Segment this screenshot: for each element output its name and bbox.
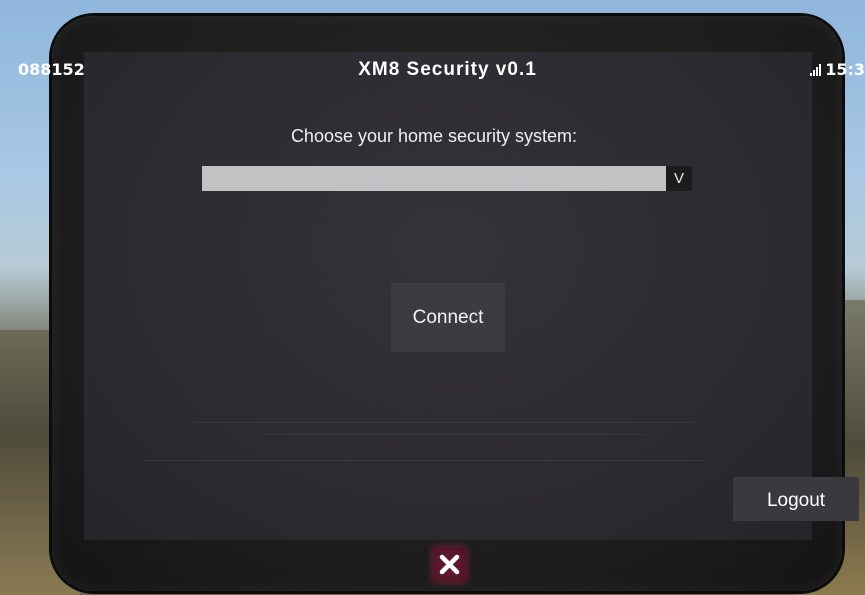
security-system-dropdown[interactable] [202,166,692,191]
app-title: XM8 Security v0.1 [358,59,537,80]
dropdown-arrow-button[interactable]: V [666,166,692,191]
screen-scratch [264,434,644,435]
screen-scratch [194,422,694,423]
screen-scratch [144,460,704,461]
security-system-prompt: Choose your home security system: [290,126,578,146]
logout-button[interactable]: Logout [733,477,859,521]
close-icon [439,554,460,575]
status-right: 15:3 [809,60,865,79]
status-time: 15:3 [825,60,865,79]
dropdown-selected-value[interactable] [202,166,668,191]
signal-strength-icon [809,64,823,76]
status-bar: 088152 XM8 Security v0.1 15:3 [0,58,865,82]
connect-button[interactable]: Connect [391,283,505,352]
close-button[interactable] [433,547,466,582]
